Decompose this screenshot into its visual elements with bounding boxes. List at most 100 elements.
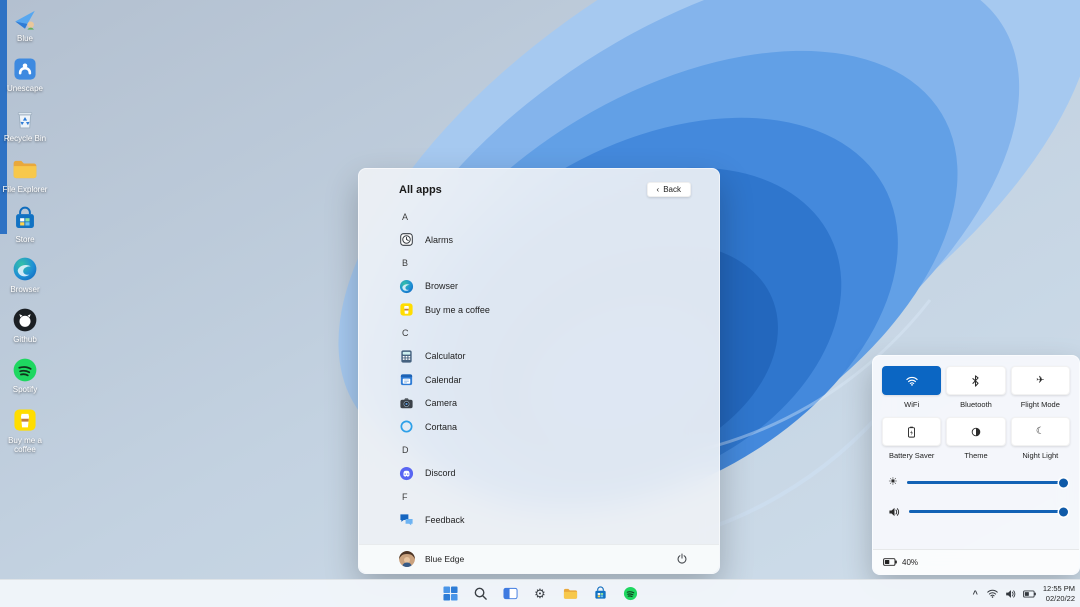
app-row-alarms[interactable]: Alarms: [399, 228, 719, 252]
desktop-icon-column: Blue Unescape Recycle Bin File Explorer …: [2, 5, 48, 454]
start-menu-all-apps-panel: All apps ‹ Back A Alarms B Browser Buy m…: [358, 168, 720, 574]
toggle-label: Bluetooth: [960, 400, 992, 409]
volume-slider[interactable]: [909, 510, 1064, 513]
spotify-button[interactable]: [619, 583, 641, 605]
store-button[interactable]: [589, 583, 611, 605]
start-menu-footer: Blue Edge: [359, 544, 719, 573]
tray-volume-icon[interactable]: [1005, 589, 1016, 599]
search-icon: [473, 586, 488, 601]
brightness-slider-fill: [907, 481, 1064, 484]
coffee-icon: [12, 407, 39, 434]
task-view-button[interactable]: [499, 583, 521, 605]
gear-icon: ⚙: [534, 587, 546, 600]
edge-browser-icon: [399, 279, 414, 294]
back-button-label: Back: [663, 185, 681, 194]
section-letter-c[interactable]: C: [399, 322, 719, 345]
settings-button[interactable]: ⚙: [529, 583, 551, 605]
desktop-icon-label: File Explorer: [3, 185, 48, 194]
edge-browser-icon: [12, 256, 39, 283]
unescape-icon: [12, 55, 39, 82]
desktop-icon-buy-me-a-coffee[interactable]: Buy me a coffee: [2, 407, 48, 454]
taskbar-center-icons: ⚙: [439, 580, 641, 607]
desktop-icon-file-explorer[interactable]: File Explorer: [2, 156, 48, 194]
all-apps-header: All apps ‹ Back: [359, 169, 719, 201]
section-letter-d[interactable]: D: [399, 439, 719, 462]
desktop-icon-label: Blue: [17, 34, 33, 43]
desktop-icon-label: Unescape: [7, 84, 43, 93]
search-button[interactable]: [469, 583, 491, 605]
power-button[interactable]: [675, 552, 689, 566]
desktop-icon-blue[interactable]: Blue: [2, 5, 48, 43]
back-button[interactable]: ‹ Back: [647, 182, 691, 197]
app-label: Alarms: [425, 235, 453, 245]
desktop-icon-github[interactable]: Github: [2, 306, 48, 344]
spotify-icon: [623, 586, 638, 601]
system-tray: ^ 12:55 PM 02/20/22: [971, 580, 1075, 607]
tray-wifi-icon[interactable]: [987, 589, 998, 598]
start-button[interactable]: [439, 583, 461, 605]
volume-slider-knob[interactable]: [1059, 507, 1068, 516]
brightness-slider-knob[interactable]: [1059, 478, 1068, 487]
app-label: Calculator: [425, 351, 466, 361]
app-row-calendar[interactable]: Calendar: [399, 368, 719, 392]
night-light-toggle-button[interactable]: ☾: [1011, 417, 1070, 446]
section-letter-f[interactable]: F: [399, 485, 719, 508]
desktop-screen: Blue Unescape Recycle Bin File Explorer …: [0, 0, 1080, 607]
all-apps-title: All apps: [399, 184, 442, 196]
desktop-icon-browser[interactable]: Browser: [2, 256, 48, 294]
app-row-discord[interactable]: Discord: [399, 462, 719, 486]
app-row-cortana[interactable]: Cortana: [399, 415, 719, 439]
app-label: Buy me a coffee: [425, 305, 490, 315]
airplane-icon: ✈: [1036, 376, 1044, 386]
desktop-icon-label: Github: [13, 335, 37, 344]
coffee-icon: [399, 302, 414, 317]
tray-battery-icon[interactable]: [1023, 590, 1036, 598]
desktop-icon-spotify[interactable]: Spotify: [2, 356, 48, 394]
wifi-toggle-button[interactable]: [882, 366, 941, 395]
app-label: Browser: [425, 281, 458, 291]
tray-clock[interactable]: 12:55 PM 02/20/22: [1043, 584, 1075, 604]
user-avatar[interactable]: [399, 551, 415, 567]
tray-chevron-up-icon[interactable]: ^: [971, 589, 980, 599]
app-label: Calendar: [425, 375, 462, 385]
calendar-icon: [399, 372, 414, 387]
desktop-icon-label: Store: [15, 235, 34, 244]
calculator-icon: [399, 349, 414, 364]
desktop-icon-label: Recycle Bin: [4, 134, 46, 143]
app-row-browser[interactable]: Browser: [399, 275, 719, 299]
toggle-label: Flight Mode: [1021, 400, 1060, 409]
app-row-camera[interactable]: Camera: [399, 392, 719, 416]
user-name[interactable]: Blue Edge: [425, 554, 464, 564]
brightness-slider-row: ☀: [873, 468, 1079, 497]
store-icon: [12, 206, 39, 233]
store-icon: [593, 586, 608, 601]
section-letter-b[interactable]: B: [399, 252, 719, 275]
folder-icon: [12, 156, 39, 183]
app-row-calculator[interactable]: Calculator: [399, 345, 719, 369]
battery-saver-icon: [907, 426, 916, 438]
all-apps-list: A Alarms B Browser Buy me a coffee C Cal…: [359, 201, 719, 544]
file-explorer-button[interactable]: [559, 583, 581, 605]
desktop-icon-label: Browser: [10, 285, 39, 294]
app-row-feedback[interactable]: Feedback: [399, 508, 719, 532]
taskbar: ⚙ ^ 12:55 PM 02/: [0, 579, 1080, 607]
recycle-bin-icon: [12, 105, 39, 132]
app-label: Camera: [425, 398, 457, 408]
bluetooth-toggle-button[interactable]: [946, 366, 1005, 395]
brightness-slider[interactable]: [907, 481, 1064, 484]
theme-toggle-button[interactable]: [946, 417, 1005, 446]
flight-mode-toggle-button[interactable]: ✈: [1011, 366, 1070, 395]
desktop-icon-label: Buy me a coffee: [2, 436, 48, 454]
moon-icon: ☾: [1036, 427, 1045, 437]
desktop-icon-unescape[interactable]: Unescape: [2, 55, 48, 93]
feedback-icon: [399, 512, 414, 527]
github-icon: [12, 306, 39, 333]
section-letter-a[interactable]: A: [399, 205, 719, 228]
alarms-icon: [399, 232, 414, 247]
desktop-icon-recycle-bin[interactable]: Recycle Bin: [2, 105, 48, 143]
desktop-icon-store[interactable]: Store: [2, 206, 48, 244]
battery-saver-toggle-button[interactable]: [882, 417, 941, 446]
app-row-buy-me-a-coffee[interactable]: Buy me a coffee: [399, 298, 719, 322]
bluetooth-icon: [971, 375, 980, 387]
power-icon: [676, 553, 688, 565]
